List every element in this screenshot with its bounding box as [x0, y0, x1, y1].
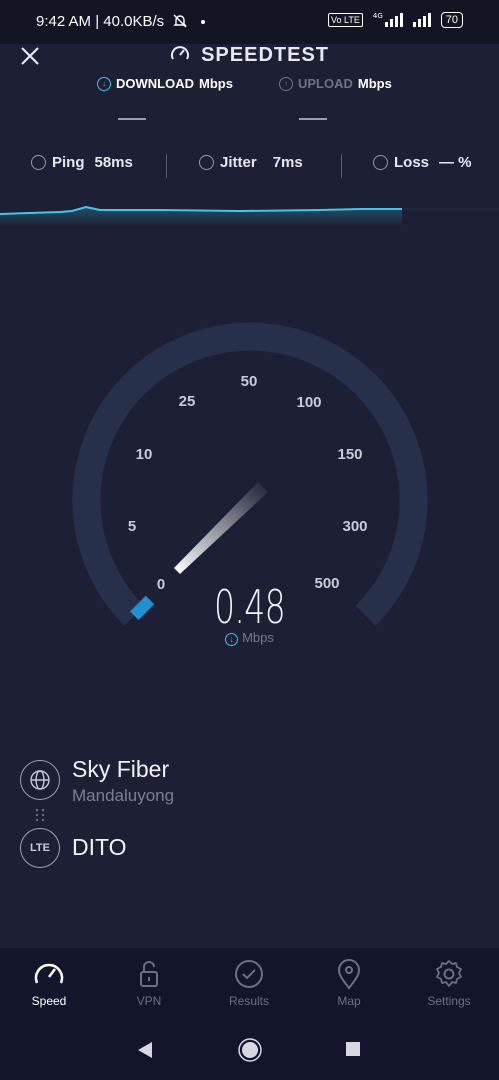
- upload-arrow-icon: ↑: [279, 76, 293, 91]
- speed-unit-label: Mbps: [242, 630, 274, 645]
- loss-label: Loss: [394, 154, 430, 171]
- lte-badge-icon: LTE: [20, 828, 60, 868]
- loss-icon: [373, 155, 388, 170]
- status-bar: 9:42 AM | 40.0KB/s Vo LTE 4G 70: [0, 0, 499, 44]
- stats-row: Ping 58ms Jitter 7ms Loss — %: [0, 154, 499, 178]
- gear-icon: [436, 960, 462, 987]
- download-arrow-icon: ↓: [97, 76, 111, 91]
- page-title: SPEEDTEST: [201, 44, 329, 66]
- download-value-placeholder: [118, 118, 146, 120]
- speed-graph: [0, 205, 499, 226]
- tabs: ↓ DOWNLOAD Mbps ↑ UPLOAD Mbps: [0, 76, 499, 98]
- signal-4g-icon: 4G: [373, 13, 403, 27]
- connector-dots-icon: [35, 808, 45, 822]
- stat-jitter: Jitter 7ms: [199, 154, 303, 171]
- nav-label: Map: [337, 994, 361, 1008]
- ping-label: Ping: [52, 154, 85, 171]
- mute-bell-icon: [173, 14, 187, 28]
- nav-item-results[interactable]: Results: [204, 958, 294, 1008]
- tab-download[interactable]: ↓ DOWNLOAD Mbps: [97, 76, 233, 91]
- recents-icon[interactable]: [345, 1040, 361, 1058]
- net-type-label: 4G: [372, 12, 383, 20]
- battery-icon: 70: [440, 12, 463, 28]
- download-arrow-icon: ↓: [225, 633, 239, 646]
- tab-download-label: DOWNLOAD: [116, 76, 194, 91]
- tab-download-unit: Mbps: [199, 76, 233, 91]
- gauge-needle: [174, 482, 268, 574]
- volte-badge: Vo LTE: [328, 13, 363, 27]
- nav-item-vpn[interactable]: VPN: [104, 958, 194, 1008]
- jitter-label: Jitter: [220, 154, 257, 171]
- loss-value: — %: [439, 154, 472, 171]
- nav-label: Results: [228, 994, 269, 1008]
- gauge-tick-label: 10: [136, 446, 153, 463]
- carrier-name[interactable]: DITO: [72, 834, 127, 861]
- nav-label: Settings: [427, 994, 471, 1008]
- nav-item-speed[interactable]: Speed: [4, 958, 94, 1008]
- nav-label: VPN: [136, 994, 162, 1008]
- title-wrap: SPEEDTEST: [0, 44, 499, 67]
- status-time: 9:42 AM | 40.0KB/s: [36, 13, 165, 30]
- nav-item-settings[interactable]: Settings: [404, 958, 494, 1008]
- nav-label: Speed: [31, 994, 67, 1008]
- isp-name[interactable]: Sky Fiber: [72, 756, 169, 783]
- check-circle-icon: [235, 960, 263, 988]
- lock-icon: [140, 961, 158, 987]
- signal-icon: [412, 13, 431, 27]
- gauge-tick-label: 25: [179, 393, 196, 410]
- isp-location[interactable]: Mandaluyong: [72, 786, 174, 806]
- speedometer-icon: [34, 963, 64, 984]
- stat-ping: Ping 58ms: [31, 154, 133, 171]
- gauge-tick-label: 300: [342, 518, 367, 535]
- back-icon[interactable]: [136, 1040, 154, 1060]
- tab-upload-label: UPLOAD: [298, 76, 353, 91]
- stats-divider: [341, 154, 342, 178]
- upload-value-placeholder: [299, 118, 327, 120]
- gauge-tick-label: 50: [241, 373, 258, 390]
- notification-dot-icon: [201, 20, 205, 24]
- bottom-nav: Speed VPN Results Map Settings: [0, 948, 499, 1020]
- jitter-icon: [199, 155, 214, 170]
- gauge-tick-label: 5: [128, 518, 136, 535]
- globe-icon: [20, 760, 60, 800]
- current-speed-unit: ↓ Mbps: [0, 630, 499, 646]
- stat-loss: Loss — %: [373, 154, 472, 171]
- stats-divider: [166, 154, 167, 178]
- tab-upload[interactable]: ↑ UPLOAD Mbps: [279, 76, 392, 91]
- map-pin-icon: [337, 959, 361, 990]
- ping-icon: [31, 155, 46, 170]
- tab-upload-unit: Mbps: [357, 76, 392, 91]
- ping-value: 58ms: [94, 154, 133, 171]
- jitter-value: 7ms: [272, 154, 303, 171]
- speedometer-icon: [170, 46, 189, 60]
- current-speed-value: 0.48: [214, 580, 286, 634]
- gauge-tick-label: 100: [296, 394, 321, 411]
- connection-info: Sky Fiber Mandaluyong LTE DITO: [20, 756, 480, 876]
- home-icon[interactable]: [238, 1038, 262, 1062]
- system-nav-bar: [0, 1020, 499, 1080]
- nav-item-map[interactable]: Map: [304, 958, 394, 1008]
- gauge-tick-label: 150: [337, 446, 362, 463]
- status-icons: Vo LTE 4G 70: [328, 12, 463, 28]
